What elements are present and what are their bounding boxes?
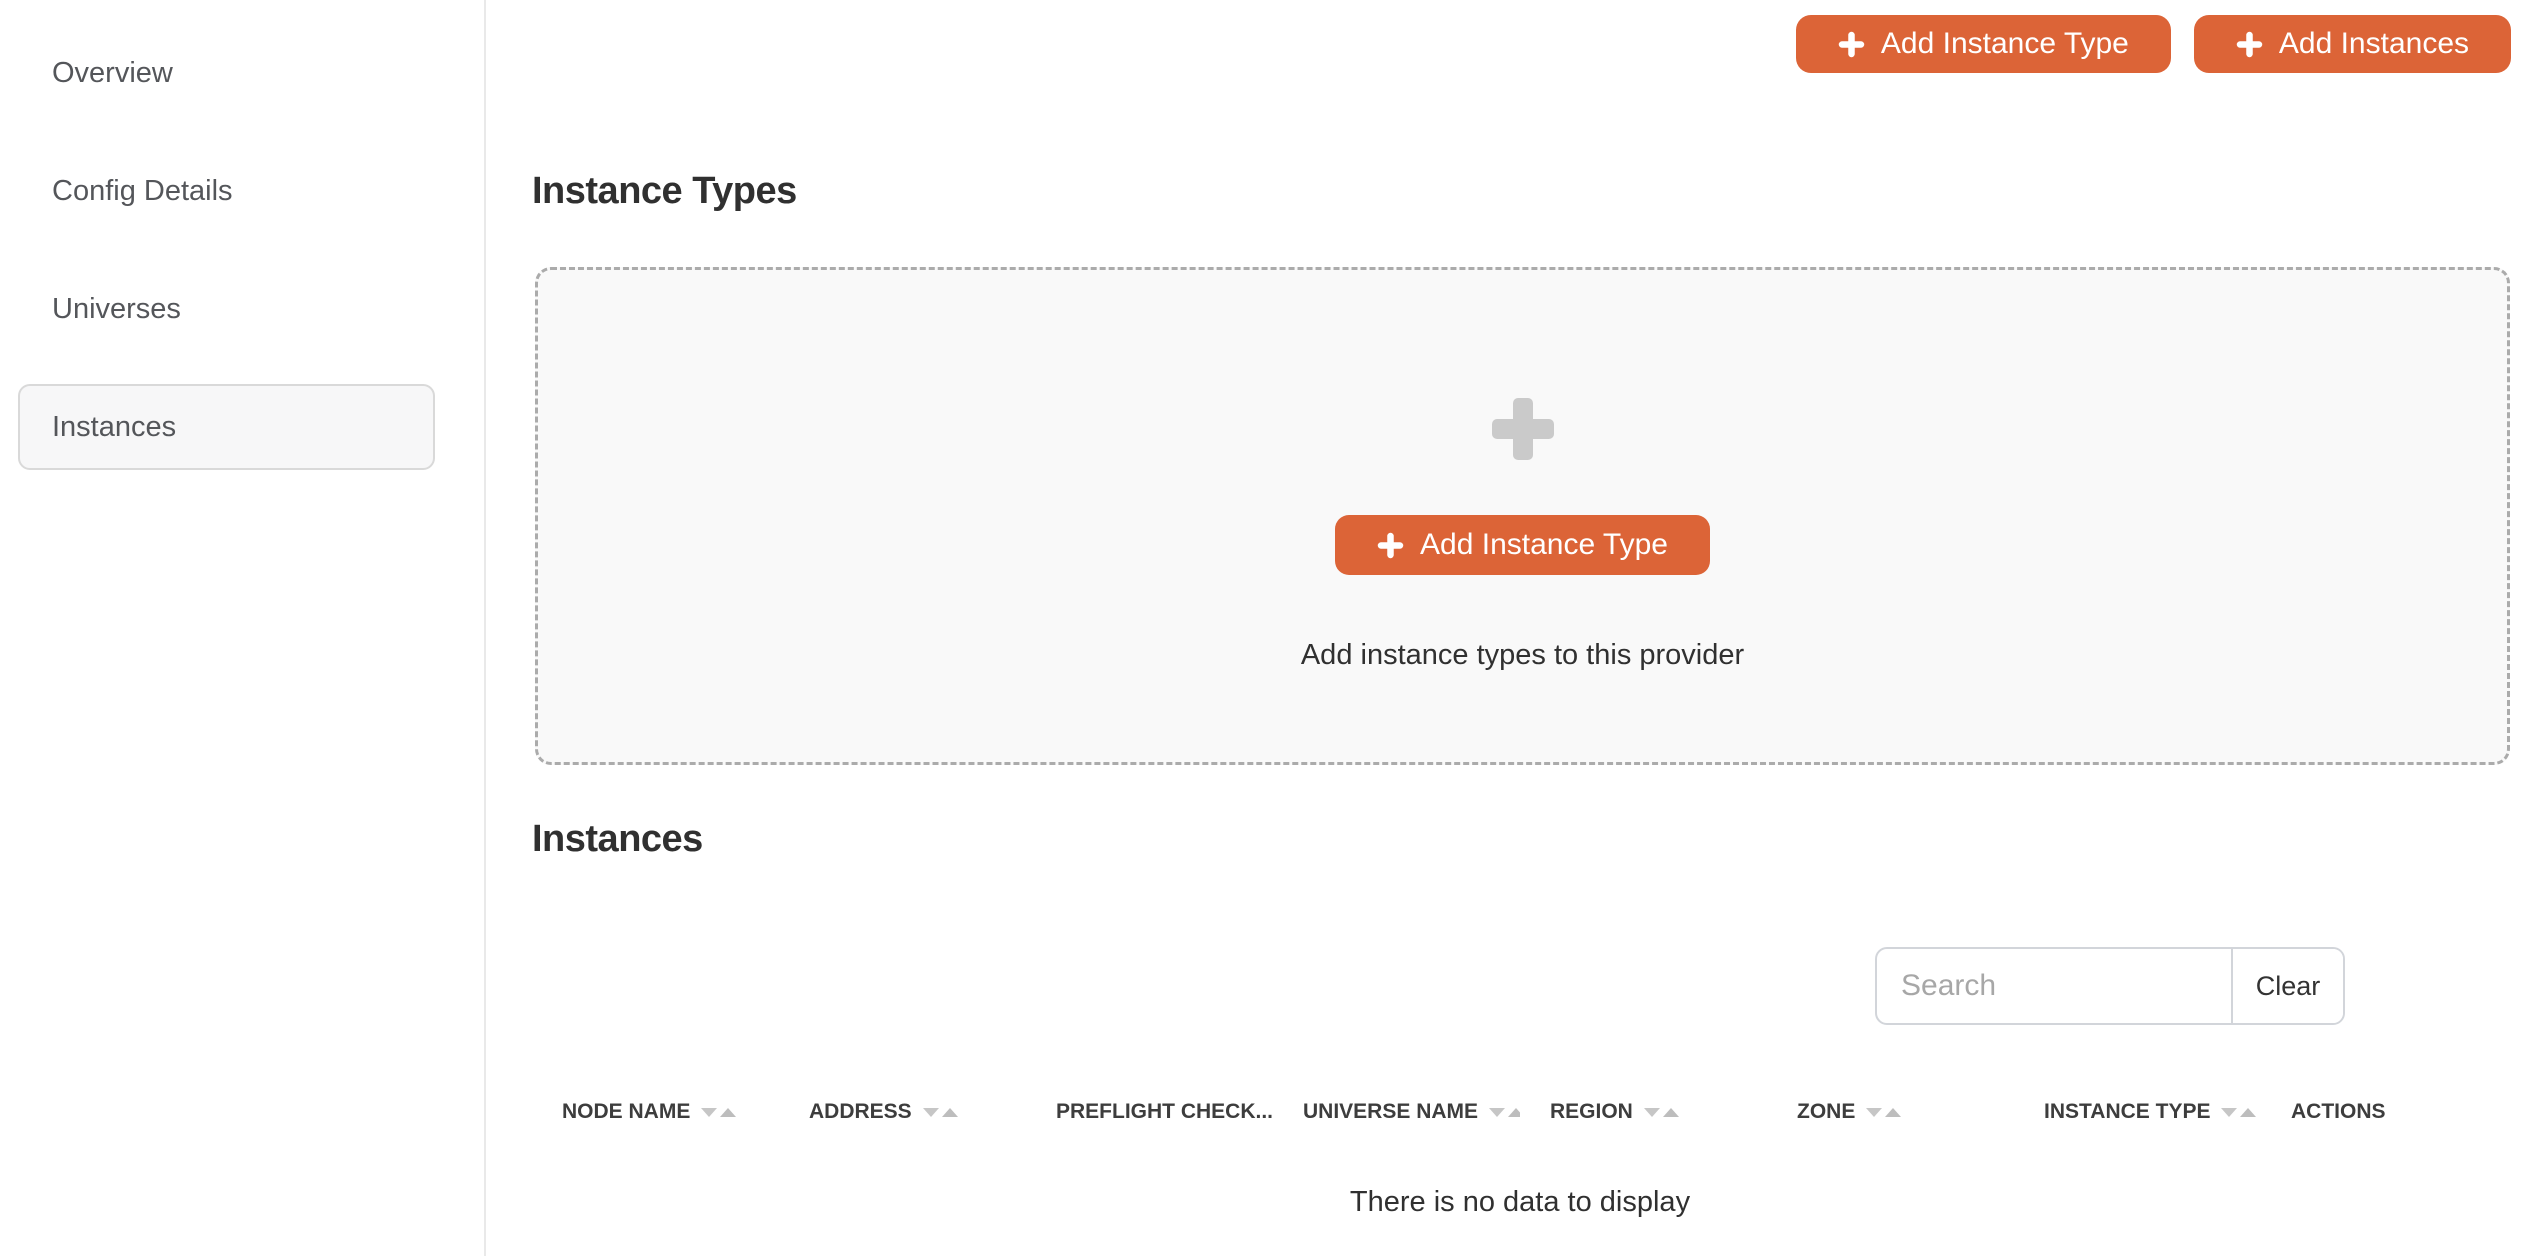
sort-asc-icon	[1885, 1107, 1902, 1117]
panel-add-instance-type-button[interactable]: Add Instance Type	[1335, 515, 1710, 575]
sidebar-item-label: Universes	[52, 292, 181, 325]
sidebar-item-instances[interactable]: Instances	[18, 384, 435, 470]
big-plus-icon	[1491, 398, 1554, 465]
sort-carets-icon	[701, 1107, 737, 1117]
add-instances-button-label: Add Instances	[2278, 27, 2469, 60]
search-input[interactable]	[1877, 949, 2231, 1023]
column-label: PREFLIGHT CHECK...	[1056, 1100, 1273, 1123]
add-instances-button[interactable]: Add Instances	[2193, 15, 2511, 73]
sort-carets-icon	[1489, 1107, 1520, 1117]
table-column-header-preflight-check[interactable]: PREFLIGHT CHECK...	[1026, 1080, 1273, 1144]
sidebar-item-label: Overview	[52, 56, 173, 89]
plus-icon	[1838, 31, 1865, 58]
table-empty-message: There is no data to display	[1349, 1186, 1691, 1218]
column-label: ZONE	[1797, 1100, 1856, 1123]
column-label: NODE NAME	[562, 1100, 691, 1123]
table-column-header-instance-type[interactable]: INSTANCE TYPE	[2014, 1080, 2261, 1144]
top-actions: Add Instance Type Add Instances	[1795, 15, 2511, 73]
sort-carets-icon	[1643, 1107, 1679, 1117]
table-column-header-universe-name[interactable]: UNIVERSE NAME	[1273, 1080, 1520, 1144]
sort-carets-icon	[2221, 1107, 2257, 1117]
sidebar-nav: Overview Config Details Universes Instan…	[0, 30, 484, 470]
instance-types-title: Instance Types	[532, 170, 797, 212]
sort-carets-icon	[1866, 1107, 1902, 1117]
plus-icon	[2236, 31, 2263, 58]
instances-title: Instances	[532, 818, 703, 860]
sort-desc-icon	[1489, 1107, 1506, 1117]
column-label: INSTANCE TYPE	[2044, 1100, 2211, 1123]
table-column-header-region[interactable]: REGION	[1520, 1080, 1767, 1144]
table-column-header-address[interactable]: ADDRESS	[779, 1080, 1026, 1144]
sort-asc-icon	[720, 1107, 737, 1117]
sort-desc-icon	[2221, 1107, 2238, 1117]
sort-desc-icon	[922, 1107, 939, 1117]
sort-asc-icon	[1508, 1107, 1520, 1117]
clear-search-button[interactable]: Clear	[2231, 949, 2343, 1023]
sort-desc-icon	[701, 1107, 718, 1117]
column-label: REGION	[1550, 1100, 1633, 1123]
sort-asc-icon	[1662, 1107, 1679, 1117]
sidebar: Overview Config Details Universes Instan…	[0, 0, 486, 1256]
instance-types-empty-panel: Add Instance Type Add instance types to …	[535, 267, 2510, 765]
column-label: ACTIONS	[2291, 1100, 2386, 1123]
sidebar-item-label: Config Details	[52, 174, 233, 207]
sort-desc-icon	[1866, 1107, 1883, 1117]
sort-carets-icon	[922, 1107, 958, 1117]
column-label: ADDRESS	[809, 1100, 912, 1123]
column-label: UNIVERSE NAME	[1303, 1100, 1479, 1123]
add-instance-type-button-label: Add Instance Type	[1880, 27, 2129, 60]
sidebar-item-config-details[interactable]: Config Details	[18, 148, 435, 234]
sort-asc-icon	[2240, 1107, 2257, 1117]
sort-asc-icon	[941, 1107, 958, 1117]
sort-desc-icon	[1643, 1107, 1660, 1117]
panel-add-instance-type-button-label: Add Instance Type	[1420, 528, 1668, 561]
search-group: Clear	[1875, 947, 2345, 1025]
table-column-header-actions[interactable]: ACTIONS	[2261, 1080, 2508, 1144]
plus-icon	[1377, 532, 1404, 559]
table-column-header-zone[interactable]: ZONE	[1767, 1080, 2014, 1144]
table-column-header-node-name[interactable]: NODE NAME	[532, 1080, 779, 1144]
instances-table-header: NODE NAME ADDRESS PREFLIGHT CHECK... UNI…	[532, 1080, 2508, 1144]
main-content: Add Instance Type Add Instances Instance…	[488, 0, 2528, 1256]
sidebar-item-universes[interactable]: Universes	[18, 266, 435, 352]
sidebar-item-label: Instances	[52, 410, 177, 443]
add-instance-type-button[interactable]: Add Instance Type	[1795, 15, 2171, 73]
sidebar-item-overview[interactable]: Overview	[18, 30, 435, 116]
empty-panel-hint: Add instance types to this provider	[1300, 639, 1745, 671]
